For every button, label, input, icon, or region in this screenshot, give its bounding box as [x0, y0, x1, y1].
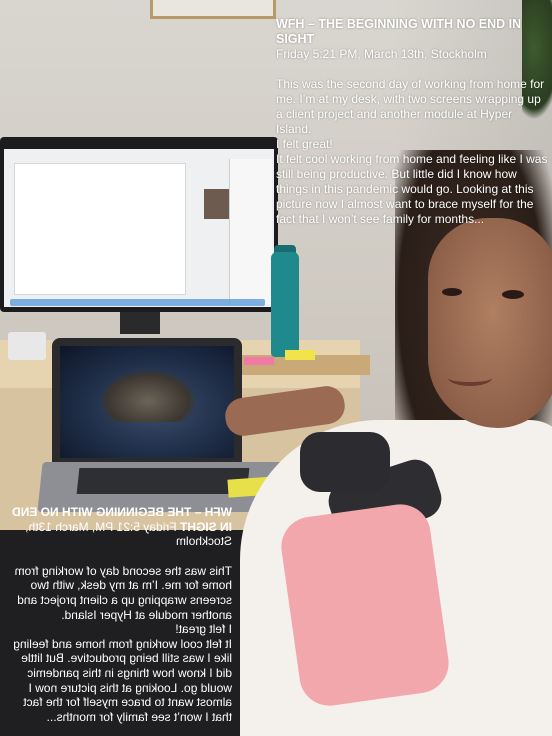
- caption-title: WFH – THE BEGINNING WITH NO END IN SIGHT: [276, 17, 522, 46]
- side-panel: [229, 159, 272, 304]
- speaker: [8, 332, 46, 360]
- sleeve: [300, 432, 390, 492]
- wallpaper-island: [100, 370, 196, 422]
- document-window: [14, 163, 186, 295]
- sticky-note-pink: [244, 357, 274, 365]
- caption-paragraph-1: This was the second day of working from …: [276, 77, 545, 136]
- right-eye: [502, 290, 524, 299]
- mirrored-caption-paragraph-3: It felt cool working from home and feeli…: [13, 636, 232, 724]
- photo-scene: WFH – THE BEGINNING WITH NO END IN SIGHT…: [0, 0, 552, 736]
- sticky-note-yellow: [285, 350, 315, 360]
- caption-paragraph-2: I felt great!: [276, 137, 333, 151]
- monitor-screen: [4, 149, 274, 307]
- caption-paragraph-3: It felt cool working from home and feeli…: [276, 152, 548, 226]
- wall-picture-frame: [150, 0, 276, 19]
- monitor-dock: [10, 299, 265, 306]
- face: [428, 218, 552, 428]
- hoodie-pink-pattern: [277, 500, 453, 710]
- monitor-stand: [120, 312, 160, 334]
- water-bottle: [271, 252, 299, 357]
- left-eye: [442, 288, 462, 296]
- caption-overlay: WFH – THE BEGINNING WITH NO END IN SIGHT…: [276, 17, 548, 227]
- external-monitor: [0, 137, 278, 312]
- caption-dateline: Friday 5:21 PM, March 13th, Stockholm: [276, 47, 487, 61]
- mirrored-caption-paragraph-2: I felt great!: [175, 622, 232, 637]
- mirrored-caption-reflection: WFH – THE BEGINNING WITH NO END IN SIGHT…: [4, 505, 232, 724]
- video-call-thumbnail: [204, 189, 229, 219]
- laptop-keyboard: [76, 468, 250, 494]
- mirrored-caption-paragraph-1: This was the second day of working from …: [14, 563, 232, 622]
- mirrored-caption-title: WFH – THE BEGINNING WITH NO END IN SIGHT…: [12, 505, 232, 549]
- smile: [448, 370, 492, 386]
